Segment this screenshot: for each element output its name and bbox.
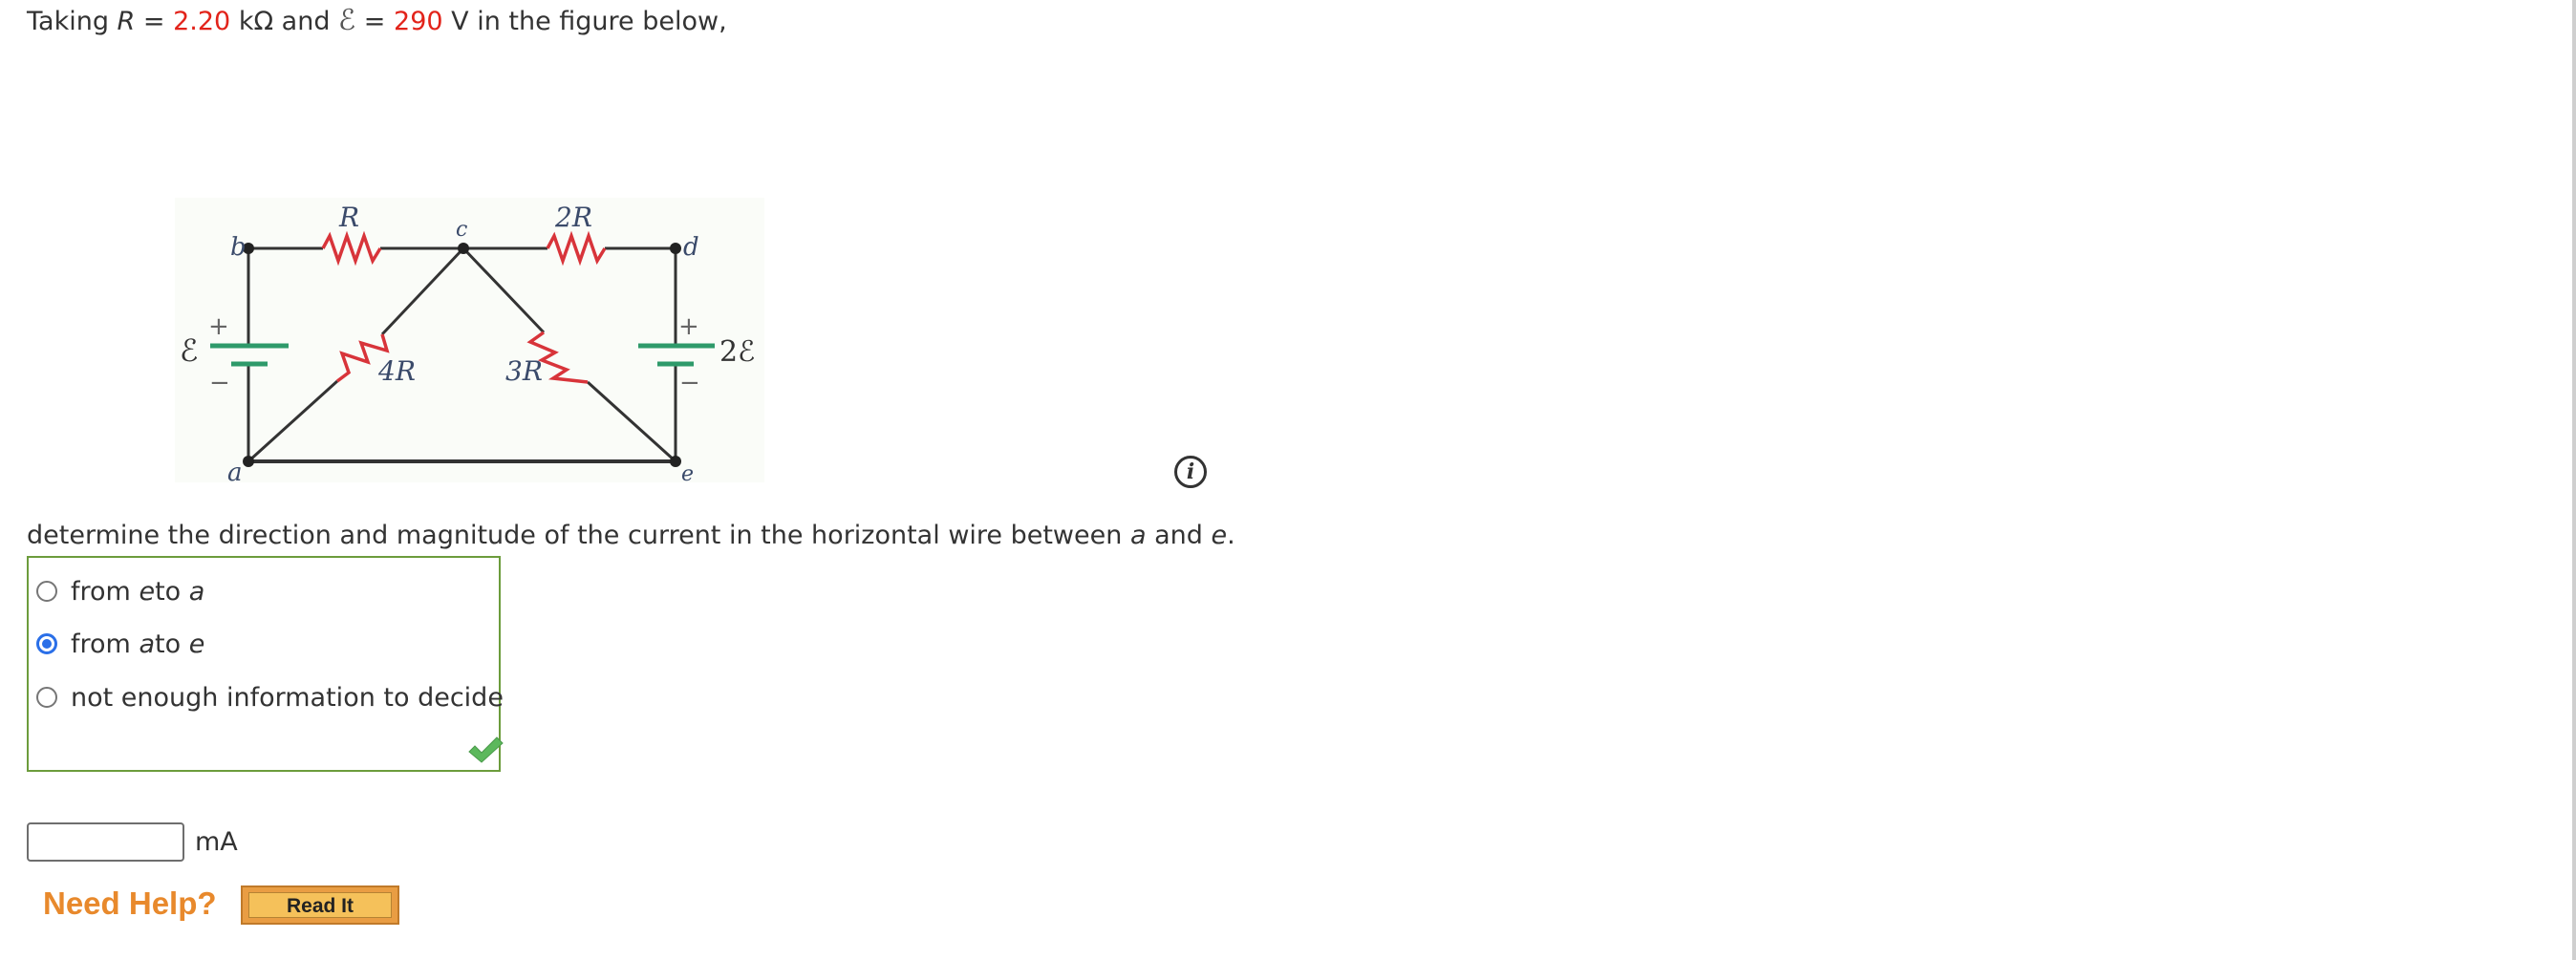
choice-label: to [155, 576, 182, 607]
label-node-e: e [681, 462, 694, 482]
unit-label: mA [195, 827, 238, 857]
wire-3r-e [586, 380, 677, 463]
circuit-diagram: b c d a e R 2R 4R 3R ℰ 2ℰ + − + − [180, 202, 755, 482]
current-magnitude-input[interactable] [27, 822, 184, 862]
checkmark-icon [468, 736, 504, 763]
heading-suffix: V in the figure below, [442, 7, 727, 36]
scrollbar-edge [2572, 0, 2576, 960]
emf-symbol: ℰ [338, 4, 356, 37]
label-emf-left: ℰ [180, 332, 198, 369]
choice-label: not enough information to decide [71, 682, 504, 713]
question-var-e: e [1211, 521, 1228, 550]
label-node-c: c [456, 218, 467, 242]
question-body: determine the direction and magnitude of… [27, 521, 1130, 550]
equals-sign: = [135, 7, 174, 36]
resistance-unit: kΩ and [230, 7, 339, 36]
label-emf-right: 2ℰ [719, 335, 755, 369]
label-left-minus: − [209, 369, 230, 397]
choice-label: to [154, 629, 182, 659]
label-right-plus: + [678, 312, 699, 341]
wire-c-4r [380, 246, 465, 336]
choice-var: a [188, 576, 205, 607]
choice-label: from [71, 629, 131, 659]
read-it-button[interactable]: Read It [241, 885, 399, 925]
radio-button-selected[interactable] [36, 633, 57, 654]
choice-var: a [139, 629, 155, 659]
question-var-a: a [1129, 521, 1147, 550]
equals-sign: = [355, 7, 395, 36]
node-e [670, 456, 681, 467]
wire-c-3r [462, 246, 546, 334]
label-resistor-r: R [338, 202, 359, 233]
need-help-label: Need Help? [43, 885, 217, 921]
question-and: and [1146, 521, 1212, 550]
choice-from-e-to-a[interactable]: from e to a [36, 572, 204, 610]
heading-text: Taking [27, 7, 118, 36]
label-left-plus: + [208, 312, 229, 341]
node-c [458, 243, 469, 254]
question-end: . [1227, 521, 1235, 550]
choice-label: from [71, 576, 131, 607]
choice-not-enough-info[interactable]: not enough information to decide [36, 678, 504, 716]
choice-from-a-to-e[interactable]: from a to e [36, 625, 204, 663]
resistor-2r [546, 230, 607, 267]
problem-statement: Taking R = 2.20 kΩ and ℰ = 290 V in the … [27, 4, 727, 39]
resistance-value: 2.20 [173, 7, 231, 36]
read-it-label: Read It [248, 892, 392, 918]
info-icon[interactable]: i [1174, 456, 1207, 488]
label-node-b: b [230, 233, 247, 262]
label-right-minus: − [679, 369, 700, 397]
choice-var: e [188, 629, 205, 659]
choice-var: e [139, 576, 156, 607]
emf-value: 290 [394, 7, 443, 36]
label-resistor-3r: 3R [505, 355, 543, 387]
resistor-r [321, 230, 382, 267]
label-node-a: a [227, 459, 243, 482]
resistance-symbol: R [117, 7, 136, 36]
label-node-d: d [683, 233, 699, 262]
radio-button[interactable] [36, 687, 57, 708]
label-resistor-2r: 2R [554, 202, 592, 233]
question-text: determine the direction and magnitude of… [27, 519, 1235, 553]
label-resistor-4r: 4R [377, 355, 416, 387]
wire-4r-a [247, 379, 339, 463]
answer-choices-group: from e to a from a to e not enough infor… [27, 556, 504, 772]
node-d [670, 243, 681, 254]
node-a [243, 456, 254, 467]
circuit-figure: b c d a e R 2R 4R 3R ℰ 2ℰ + − + − [175, 198, 764, 482]
radio-button[interactable] [36, 581, 57, 602]
